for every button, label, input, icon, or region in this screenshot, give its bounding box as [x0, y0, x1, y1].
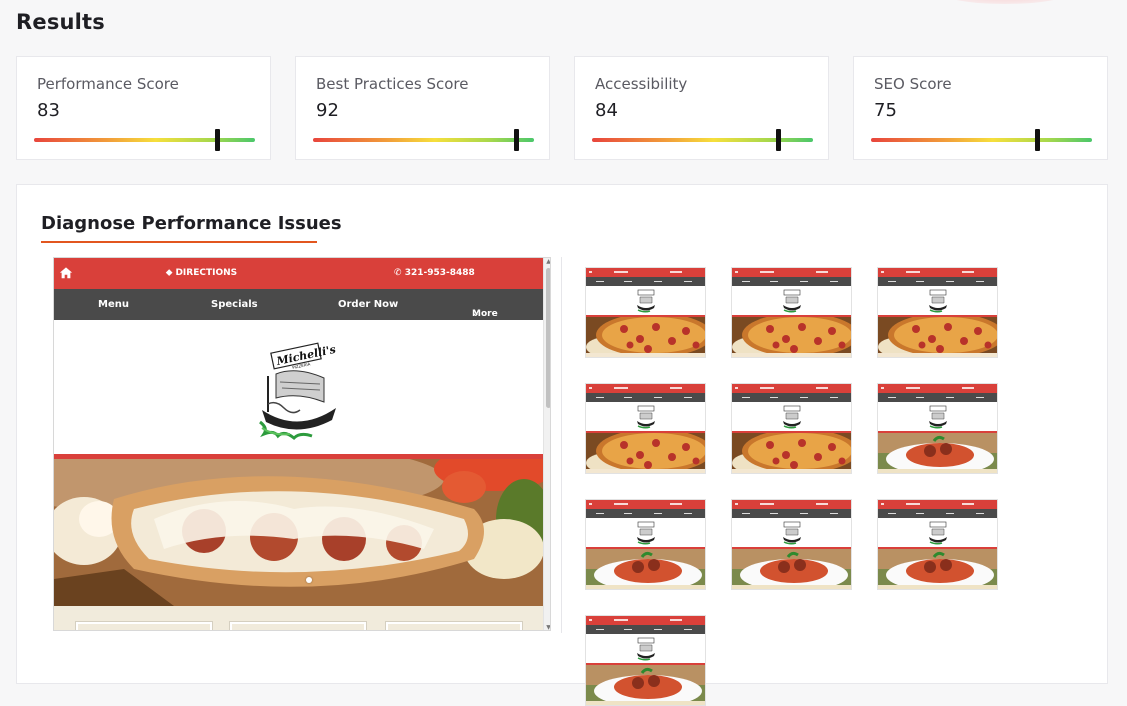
- score-row: Performance Score 83 Best Practices Scor…: [16, 56, 1108, 160]
- score-card-accessibility: Accessibility 84: [574, 56, 829, 160]
- score-label: Best Practices Score: [316, 75, 469, 93]
- page-screenshot-preview[interactable]: ⬥ DIRECTIONS ✆ 321-953-8488 Menu Special…: [53, 257, 551, 631]
- directions-link: ⬥ DIRECTIONS: [166, 268, 237, 278]
- score-marker: [775, 129, 781, 151]
- home-icon: [59, 267, 73, 279]
- gondola-logo: Michelli's PIZZERIA: [259, 342, 337, 441]
- frame-food-spaghetti: [732, 549, 851, 589]
- diagnose-title-underline: [41, 241, 317, 243]
- frame-nav: [586, 393, 705, 402]
- site-card: [76, 622, 212, 630]
- carousel-dot[interactable]: [306, 577, 312, 583]
- score-card-performance: Performance Score 83: [16, 56, 271, 160]
- filmstrip-frame[interactable]: [731, 499, 852, 590]
- nav-specials: Specials: [211, 299, 258, 310]
- filmstrip-frame[interactable]: [585, 383, 706, 474]
- score-gauge: [313, 129, 534, 151]
- score-marker: [514, 129, 520, 151]
- frame-topbar: [878, 384, 997, 393]
- frame-nav: [586, 509, 705, 518]
- preview-scrollbar[interactable]: ▲ ▼: [543, 258, 550, 630]
- frame-food-spaghetti: [878, 433, 997, 473]
- panel-divider: [561, 257, 562, 633]
- score-card-seo: SEO Score 75: [853, 56, 1108, 160]
- frame-topbar: [586, 500, 705, 509]
- frame-nav: [586, 625, 705, 634]
- hero-image-meatball-sub: [54, 459, 543, 606]
- filmstrip-frame[interactable]: [877, 267, 998, 358]
- filmstrip-frame[interactable]: [731, 267, 852, 358]
- frame-food-pizza: [878, 317, 997, 357]
- score-value: 84: [595, 100, 618, 121]
- score-card-best-practices: Best Practices Score 92: [295, 56, 550, 160]
- frame-food-pizza: [732, 317, 851, 357]
- scroll-thumb[interactable]: [546, 268, 550, 408]
- site-cards-strip: [54, 606, 543, 630]
- frame-food-pizza: [732, 433, 851, 473]
- frame-nav: [878, 509, 997, 518]
- scroll-down-icon[interactable]: ▼: [545, 624, 550, 630]
- score-value: 75: [874, 100, 897, 121]
- frame-topbar: [878, 268, 997, 277]
- diagnose-title: Diagnose Performance Issues: [41, 213, 342, 234]
- filmstrip-frame[interactable]: [585, 267, 706, 358]
- page-title: Results: [16, 10, 105, 34]
- filmstrip-frame[interactable]: [585, 615, 706, 706]
- site-nav: Menu Specials Order Now More ⌄: [54, 289, 543, 320]
- frame-food-spaghetti: [586, 549, 705, 589]
- frame-topbar: [732, 268, 851, 277]
- map-pin-icon: ⬥: [166, 268, 173, 278]
- frame-food-spaghetti: [878, 549, 997, 589]
- frame-topbar: [732, 384, 851, 393]
- frame-nav: [732, 393, 851, 402]
- nav-order-now: Order Now: [338, 299, 399, 310]
- decorative-glow: [940, 0, 1070, 4]
- frame-nav: [732, 509, 851, 518]
- site-topbar: ⬥ DIRECTIONS ✆ 321-953-8488: [54, 258, 543, 289]
- filmstrip: [585, 267, 1105, 706]
- site-logo-area: Michelli's PIZZERIA: [54, 320, 543, 454]
- frame-topbar: [732, 500, 851, 509]
- frame-topbar: [586, 384, 705, 393]
- score-gauge: [34, 129, 255, 151]
- filmstrip-frame[interactable]: [731, 383, 852, 474]
- frame-topbar: [586, 616, 705, 625]
- score-value: 83: [37, 100, 60, 121]
- score-marker: [215, 129, 221, 151]
- scroll-up-icon[interactable]: ▲: [545, 258, 550, 266]
- frame-food-pizza: [586, 433, 705, 473]
- frame-food-pizza: [586, 317, 705, 357]
- score-gauge: [871, 129, 1092, 151]
- phone-number: 321-953-8488: [404, 268, 475, 278]
- score-label: Performance Score: [37, 75, 179, 93]
- diagnose-panel: Diagnose Performance Issues ⬥ DIRECTIONS…: [16, 184, 1108, 706]
- meatball-sub-illustration: [54, 459, 543, 606]
- score-label: Accessibility: [595, 75, 688, 93]
- directions-label: DIRECTIONS: [175, 268, 238, 278]
- frame-topbar: [878, 500, 997, 509]
- frame-topbar: [586, 268, 705, 277]
- score-gauge: [592, 129, 813, 151]
- frame-nav: [878, 393, 997, 402]
- score-label: SEO Score: [874, 75, 952, 93]
- score-marker: [1034, 129, 1040, 151]
- chevron-down-icon: ⌄: [472, 309, 480, 319]
- frame-food-spaghetti: [586, 665, 705, 705]
- nav-menu: Menu: [98, 299, 129, 310]
- filmstrip-frame[interactable]: [877, 499, 998, 590]
- frame-nav: [878, 277, 997, 286]
- filmstrip-frame[interactable]: [585, 499, 706, 590]
- site-card: [386, 622, 522, 630]
- filmstrip-frame[interactable]: [877, 383, 998, 474]
- frame-nav: [732, 277, 851, 286]
- score-value: 92: [316, 100, 339, 121]
- frame-nav: [586, 277, 705, 286]
- phone-link: ✆ 321-953-8488: [394, 268, 475, 278]
- site-card: [230, 622, 366, 630]
- phone-icon: ✆: [394, 268, 402, 278]
